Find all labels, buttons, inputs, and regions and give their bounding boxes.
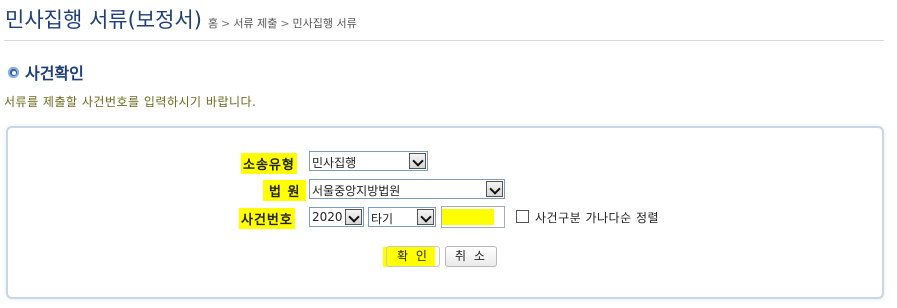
chevron-down-icon[interactable]: [345, 209, 362, 225]
page-title: 민사집행 서류(보정서): [5, 8, 202, 32]
case-number-label: 사건번호: [239, 208, 295, 229]
case-year-select[interactable]: 2020: [309, 207, 364, 227]
case-type-select[interactable]: 타기: [368, 207, 436, 227]
confirm-button[interactable]: 확 인: [386, 246, 440, 267]
breadcrumb-current: 민사집행 서류: [292, 17, 357, 30]
breadcrumb-separator: >: [280, 17, 290, 30]
highlight-mark: [442, 209, 494, 225]
breadcrumb: 홈 > 서류 제출 > 민사집행 서류: [208, 15, 357, 31]
court-label: 법 원: [263, 180, 307, 201]
lawsuit-type-label: 소송유형: [241, 153, 297, 174]
lawsuit-type-value: 민사집행: [312, 156, 357, 170]
chevron-down-icon[interactable]: [486, 181, 503, 197]
circle-bullet-icon: [8, 67, 19, 78]
breadcrumb-separator: >: [221, 17, 231, 30]
court-value: 서울중앙지방법원: [312, 184, 401, 198]
sort-checkbox[interactable]: [516, 210, 529, 223]
header-divider: [4, 40, 884, 41]
cancel-button[interactable]: 취 소: [445, 246, 497, 267]
instruction-text: 서류를 제출할 사건번호를 입력하시기 바랍니다.: [4, 95, 257, 109]
chevron-down-icon[interactable]: [417, 209, 434, 225]
breadcrumb-home[interactable]: 홈: [208, 17, 218, 30]
case-year-value: 2020: [312, 210, 343, 224]
case-type-value: 타기: [371, 212, 394, 226]
lawsuit-type-select[interactable]: 민사집행: [309, 151, 428, 171]
breadcrumb-submit-docs[interactable]: 서류 제출: [233, 17, 277, 30]
court-select[interactable]: 서울중앙지방법원: [309, 179, 505, 199]
chevron-down-icon[interactable]: [409, 153, 426, 169]
sort-checkbox-label: 사건구분 가나다순 정렬: [535, 211, 660, 225]
case-number-input[interactable]: [441, 206, 505, 228]
section-title: 사건확인: [25, 64, 84, 83]
